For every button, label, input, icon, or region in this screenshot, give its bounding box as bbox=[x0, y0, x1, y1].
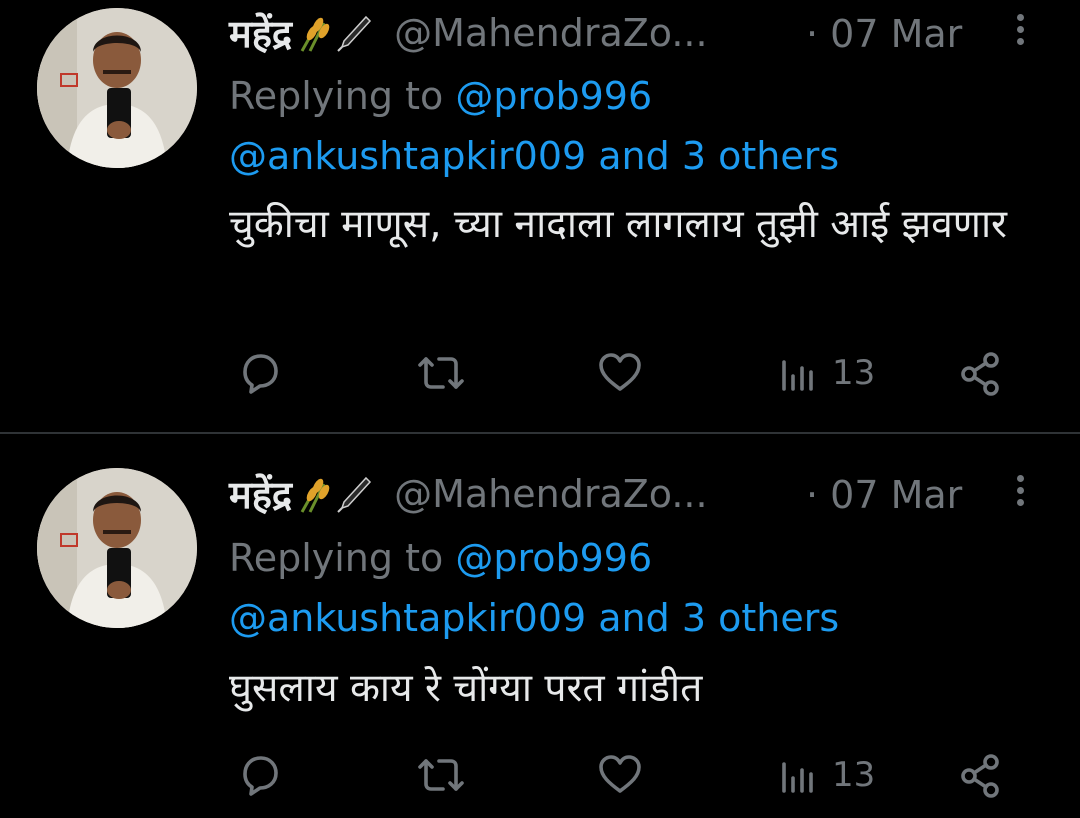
reply-button[interactable] bbox=[235, 348, 285, 398]
reply-mentions-link[interactable]: @ankushtapkir009 and 3 others bbox=[229, 132, 839, 180]
author-name[interactable]: महेंद्र bbox=[229, 468, 292, 520]
author-handle[interactable]: @MahendraZo... bbox=[394, 472, 708, 516]
tweet[interactable]: महेंद्र @MahendraZo... · 07 Mar Replying… bbox=[0, 434, 1080, 818]
views-icon bbox=[782, 360, 813, 391]
tweet-text: चुकीचा माणूस, च्या नादाला लागलाय तुझी आई… bbox=[229, 202, 1008, 247]
like-button[interactable] bbox=[595, 750, 645, 800]
tweet-date[interactable]: · 07 Mar bbox=[806, 473, 962, 517]
replying-to: Replying to @prob996 bbox=[229, 534, 652, 582]
replying-label: Replying to bbox=[229, 74, 444, 118]
share-icon bbox=[961, 352, 999, 396]
replying-label: Replying to bbox=[229, 536, 444, 580]
heart-icon bbox=[599, 755, 641, 793]
author-name[interactable]: महेंद्र bbox=[229, 7, 292, 59]
like-button[interactable] bbox=[595, 348, 645, 398]
fountain-pen-icon bbox=[336, 474, 372, 514]
reply-mention-link[interactable]: @prob996 bbox=[455, 536, 652, 580]
views-button[interactable]: 13 bbox=[778, 348, 875, 398]
tweet[interactable]: महेंद्र @MahendraZo... · 07 Mar Replying… bbox=[0, 0, 1080, 432]
reply-mentions-link[interactable]: @ankushtapkir009 and 3 others bbox=[229, 594, 839, 642]
tweet-actions: 13 bbox=[0, 348, 1080, 398]
heart-icon bbox=[599, 353, 641, 391]
avatar[interactable] bbox=[37, 8, 197, 168]
fountain-pen-icon bbox=[336, 13, 372, 53]
reply-mention-link[interactable]: @prob996 bbox=[455, 74, 652, 118]
tweet-header: महेंद्र @MahendraZo... bbox=[229, 3, 708, 63]
views-icon bbox=[782, 762, 813, 793]
views-count: 13 bbox=[832, 353, 876, 393]
more-options-icon[interactable] bbox=[1006, 10, 1034, 54]
reply-icon bbox=[243, 756, 278, 796]
tweet-actions: 13 bbox=[0, 750, 1080, 800]
tweet-header: महेंद्र @MahendraZo... bbox=[229, 464, 708, 524]
views-button[interactable]: 13 bbox=[778, 750, 875, 800]
retweet-button[interactable] bbox=[415, 348, 467, 398]
author-handle[interactable]: @MahendraZo... bbox=[394, 11, 708, 55]
share-button[interactable] bbox=[958, 348, 1006, 398]
sheaf-of-rice-icon bbox=[296, 13, 332, 53]
reply-button[interactable] bbox=[235, 750, 285, 800]
sheaf-of-rice-icon bbox=[296, 474, 332, 514]
tweet-date[interactable]: · 07 Mar bbox=[806, 12, 962, 56]
more-options-icon[interactable] bbox=[1006, 471, 1034, 515]
share-button[interactable] bbox=[958, 750, 1006, 800]
avatar[interactable] bbox=[37, 468, 197, 628]
views-count: 13 bbox=[832, 755, 876, 795]
retweet-icon bbox=[418, 357, 464, 389]
retweet-button[interactable] bbox=[415, 750, 467, 800]
retweet-icon bbox=[418, 759, 464, 791]
tweet-text: घुसलाय काय रे चोंग्या परत गांडीत bbox=[229, 666, 703, 711]
share-icon bbox=[961, 754, 999, 798]
replying-to: Replying to @prob996 bbox=[229, 72, 652, 120]
reply-icon bbox=[243, 354, 278, 394]
